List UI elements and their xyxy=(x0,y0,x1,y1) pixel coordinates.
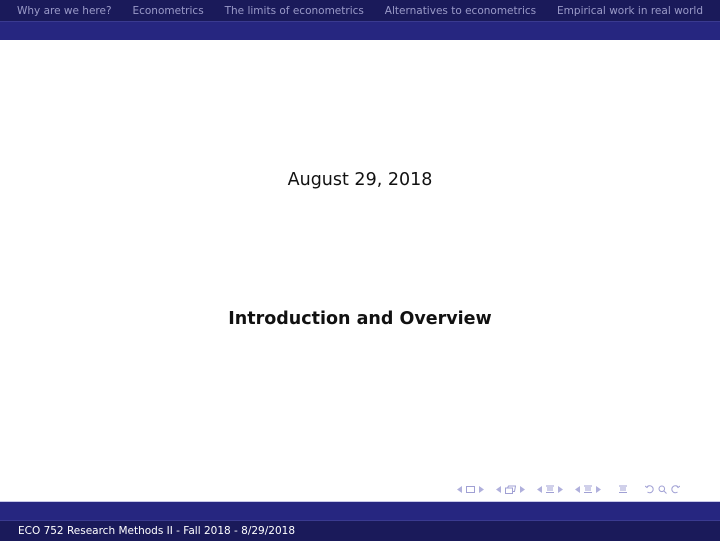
presentation-nav-group xyxy=(573,485,603,494)
back-icon[interactable] xyxy=(645,484,654,494)
beamer-navigation-controls xyxy=(455,482,690,496)
slide-title: Introduction and Overview xyxy=(228,309,492,329)
footer-text: ECO 752 Research Methods II - Fall 2018 … xyxy=(18,525,295,537)
slide: Why are we here? Econometrics The limits… xyxy=(0,0,720,541)
frame-icon[interactable] xyxy=(466,485,475,493)
prev-subsection-arrow-icon[interactable] xyxy=(496,485,501,493)
section-link-econometrics[interactable]: Econometrics xyxy=(132,5,203,17)
section-link-alternatives[interactable]: Alternatives to econometrics xyxy=(385,5,536,17)
outline-group xyxy=(617,485,629,494)
next-presentation-arrow-icon[interactable] xyxy=(596,485,601,493)
next-section-arrow-icon[interactable] xyxy=(558,485,563,493)
next-frame-arrow-icon[interactable] xyxy=(479,485,484,493)
section-link-limits-of-econometrics[interactable]: The limits of econometrics xyxy=(225,5,364,17)
prev-frame-arrow-icon[interactable] xyxy=(457,485,462,493)
prev-presentation-arrow-icon[interactable] xyxy=(575,485,580,493)
forward-icon[interactable] xyxy=(671,484,680,494)
footer-bar: ECO 752 Research Methods II - Fall 2018 … xyxy=(0,520,720,541)
section-navigation-bar: Why are we here? Econometrics The limits… xyxy=(0,0,720,21)
history-search-group xyxy=(643,484,682,494)
subsection-nav-group xyxy=(494,485,527,494)
search-icon[interactable] xyxy=(658,485,667,494)
slide-date: August 29, 2018 xyxy=(287,170,433,190)
prev-section-arrow-icon[interactable] xyxy=(537,485,542,493)
subsection-band xyxy=(0,21,720,40)
section-icon[interactable] xyxy=(546,485,554,494)
frame-nav-group xyxy=(455,485,486,493)
footer-band xyxy=(0,501,720,520)
presentation-icon[interactable] xyxy=(584,485,592,494)
outline-icon[interactable] xyxy=(619,485,627,494)
section-nav-group xyxy=(535,485,565,494)
next-subsection-arrow-icon[interactable] xyxy=(520,485,525,493)
section-link-why-are-we-here[interactable]: Why are we here? xyxy=(17,5,112,17)
section-link-empirical-work[interactable]: Empirical work in real world xyxy=(557,5,703,17)
subsection-icon[interactable] xyxy=(505,485,516,494)
